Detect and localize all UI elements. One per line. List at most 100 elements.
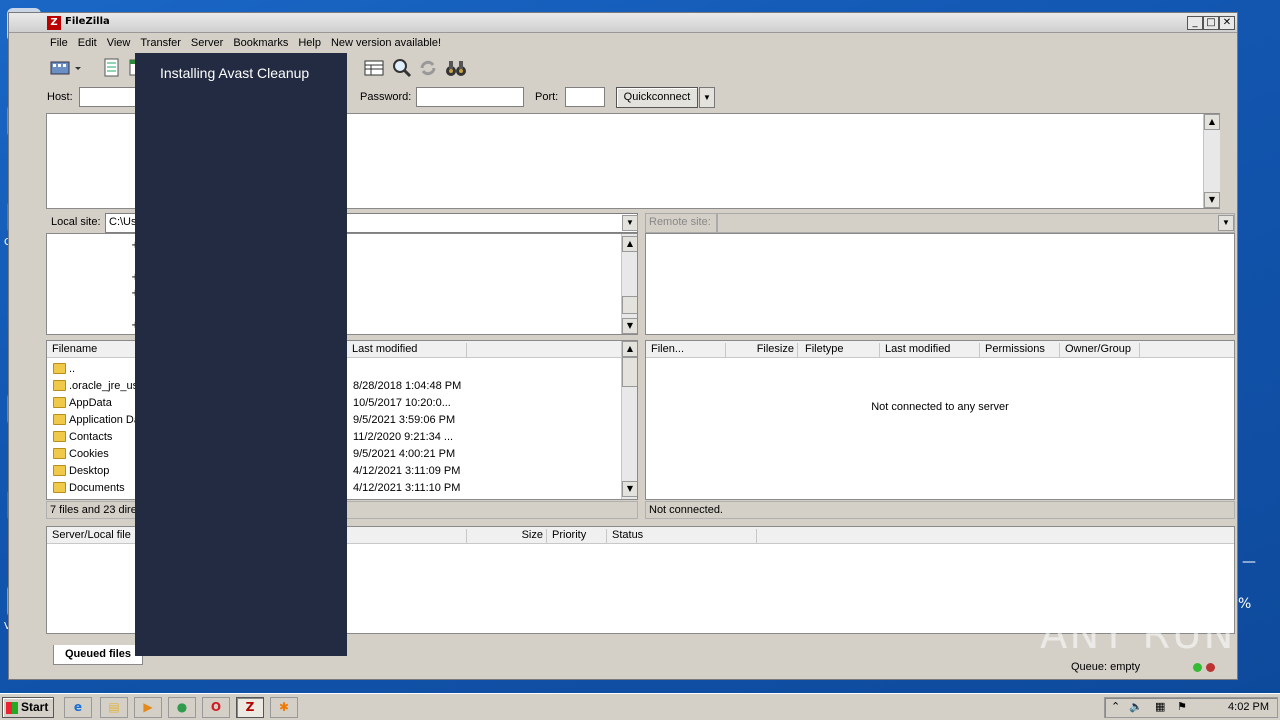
quickconnect-button[interactable]: Quickconnect — [616, 87, 698, 108]
folder-icon — [53, 448, 66, 459]
binoculars-icon[interactable] — [445, 57, 467, 79]
menu-transfer[interactable]: Transfer — [135, 35, 186, 53]
scroll-down-icon[interactable]: ▼ — [622, 318, 637, 334]
ie-icon: e — [73, 700, 83, 714]
tab-queued-files[interactable]: Queued files — [53, 645, 143, 665]
column-last-modified[interactable]: Last modified — [347, 343, 467, 358]
remote-directory-tree[interactable] — [645, 233, 1235, 335]
network-icon[interactable]: ▦ — [1155, 700, 1165, 713]
installer-title: Installing Avast Cleanup — [160, 65, 310, 81]
folder-icon — [53, 397, 66, 408]
local-file-list-scrollbar[interactable]: ▲ ▼ — [621, 341, 637, 499]
clock[interactable]: 4:02 PM — [1228, 701, 1269, 713]
message-log-toggle-icon[interactable] — [101, 57, 123, 79]
folder-icon — [53, 414, 66, 425]
port-label: Port: — [535, 91, 559, 103]
column-size[interactable]: Size — [467, 529, 547, 544]
close-button[interactable]: ✕ — [1219, 16, 1235, 30]
column-last-modified[interactable]: Last modified — [880, 343, 980, 358]
column-priority[interactable]: Priority — [547, 529, 607, 544]
file-last-modified: 11/2/2020 9:21:34 ... — [353, 431, 454, 443]
menu-bookmarks[interactable]: Bookmarks — [228, 35, 293, 53]
remote-site-label: Remote site: — [645, 213, 717, 233]
sync-browsing-icon[interactable] — [417, 57, 439, 79]
folder-icon — [53, 363, 66, 374]
strip-percent: % — [1238, 596, 1252, 612]
file-last-modified: 8/28/2018 1:04:48 PM — [353, 380, 462, 392]
taskbar-app-explorer[interactable]: ▤ — [100, 697, 128, 718]
tray-expand-icon[interactable]: ⌃ — [1111, 700, 1120, 713]
file-name: .oracle_jre_us — [69, 380, 139, 392]
taskbar-app-filezilla[interactable]: Z — [236, 697, 264, 718]
menu-view[interactable]: View — [102, 35, 136, 53]
password-label: Password: — [360, 91, 412, 103]
scroll-down-icon[interactable]: ▼ — [622, 481, 637, 497]
taskbar-app-opera[interactable]: O — [202, 697, 230, 718]
scroll-up-icon[interactable]: ▲ — [622, 341, 637, 357]
search-icon[interactable] — [391, 57, 413, 79]
password-input[interactable] — [416, 87, 524, 107]
anyrun-watermark: ANY RUN — [1040, 612, 1236, 658]
start-label: Start — [21, 700, 49, 714]
taskbar-app-ie[interactable]: e — [64, 697, 92, 718]
host-label: Host: — [47, 91, 73, 103]
message-log-scrollbar[interactable]: ▲ ▼ — [1203, 114, 1220, 208]
avast-installer-window[interactable]: Installing Avast Cleanup — [135, 53, 347, 656]
file-last-modified: 9/5/2021 3:59:06 PM — [353, 414, 456, 426]
scroll-thumb[interactable] — [622, 357, 637, 387]
remote-status-text: Not connected. — [645, 501, 1235, 519]
menu-help[interactable]: Help — [293, 35, 326, 53]
taskbar-app-chrome[interactable]: ● — [168, 697, 196, 718]
scroll-up-icon[interactable]: ▲ — [622, 236, 637, 252]
scroll-thumb[interactable] — [622, 296, 637, 314]
file-name: Contacts — [69, 431, 113, 443]
column-status[interactable]: Status — [607, 529, 757, 544]
file-last-modified: 4/12/2021 3:11:09 PM — [353, 465, 461, 477]
column-permissions[interactable]: Permissions — [980, 343, 1060, 358]
taskbar-app-media[interactable]: ▶ — [134, 697, 162, 718]
file-name: Cookies — [69, 448, 109, 460]
remote-file-list[interactable]: Filen... Filesize Filetype Last modified… — [645, 340, 1235, 500]
menu-new-version[interactable]: New version available! — [326, 35, 446, 53]
quickconnect-dropdown-icon[interactable]: ▼ — [699, 87, 715, 108]
remote-site-bar: Remote site: ▼ — [645, 213, 1235, 233]
folder-icon — [53, 465, 66, 476]
column-filetype[interactable]: Filetype — [800, 343, 880, 358]
maximize-button[interactable]: □ — [1203, 16, 1219, 30]
column-owner-group[interactable]: Owner/Group — [1060, 343, 1140, 358]
remote-site-path-input[interactable] — [717, 213, 1235, 233]
media-icon: ▶ — [143, 700, 153, 714]
column-filename[interactable]: Filen... — [646, 343, 726, 358]
taskbar-app-avast[interactable]: ✱ — [270, 697, 298, 718]
local-tree-scrollbar[interactable]: ▲ ▼ — [621, 234, 637, 334]
file-last-modified: 10/5/2017 10:20:0... — [353, 397, 451, 409]
filezilla-icon: Z — [245, 700, 255, 714]
column-filesize[interactable]: Filesize — [726, 343, 798, 358]
filter-icon[interactable] — [363, 57, 385, 79]
desktop-right-strip: — % — [1238, 540, 1280, 620]
volume-icon[interactable]: 🔈 — [1129, 700, 1143, 713]
window-title: FileZilla — [65, 16, 110, 27]
remote-file-list-header: Filen... Filesize Filetype Last modified… — [646, 341, 1234, 358]
file-name: Desktop — [69, 465, 110, 477]
start-button[interactable]: Start — [2, 697, 54, 718]
title-bar[interactable]: Z FileZilla _ □ ✕ — [9, 13, 1237, 33]
site-manager-icon[interactable] — [49, 57, 81, 79]
menu-edit[interactable]: Edit — [73, 35, 102, 53]
folder-icon — [53, 380, 66, 391]
file-last-modified: 9/5/2021 4:00:21 PM — [353, 448, 456, 460]
file-name: Documents — [69, 482, 125, 494]
scroll-up-icon[interactable]: ▲ — [1204, 114, 1220, 130]
action-center-flag-icon[interactable]: ⚑ — [1177, 700, 1187, 713]
status-led-red-icon — [1206, 663, 1215, 672]
minimize-button[interactable]: _ — [1187, 16, 1203, 30]
strip-dash: — — [1242, 554, 1256, 570]
menu-server[interactable]: Server — [186, 35, 228, 53]
windows-flag-icon — [6, 702, 18, 714]
local-site-dropdown-icon[interactable]: ▼ — [622, 215, 638, 231]
remote-site-dropdown-icon[interactable]: ▼ — [1218, 215, 1234, 231]
menu-file[interactable]: File — [45, 35, 73, 53]
port-input[interactable] — [565, 87, 605, 107]
scroll-down-icon[interactable]: ▼ — [1204, 192, 1220, 208]
chrome-icon: ● — [176, 700, 188, 714]
